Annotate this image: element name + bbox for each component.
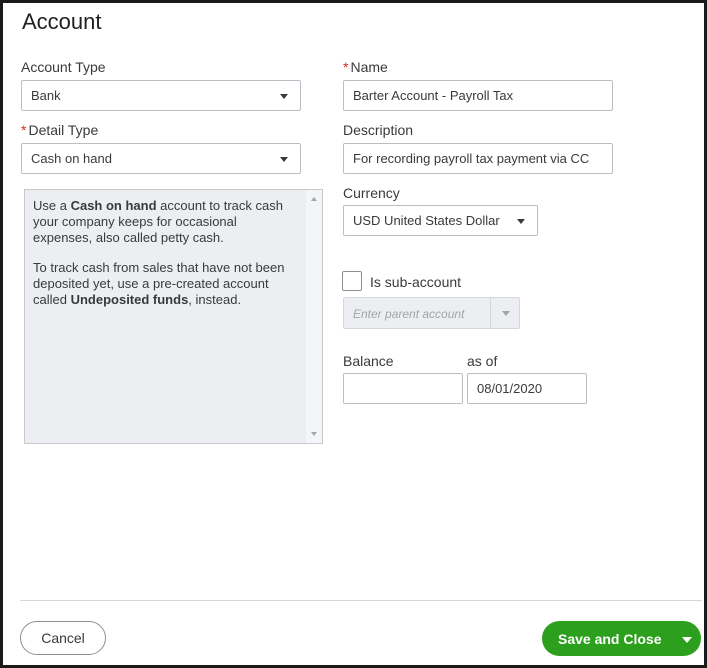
balance-input[interactable] bbox=[343, 373, 463, 404]
parent-account-placeholder: Enter parent account bbox=[353, 307, 465, 321]
detail-type-description-panel[interactable]: Use a Cash on hand account to track cash… bbox=[24, 189, 323, 444]
name-input[interactable]: Barter Account - Payroll Tax bbox=[343, 80, 613, 111]
sub-account-checkbox[interactable] bbox=[342, 271, 362, 291]
account-type-select[interactable]: Bank bbox=[21, 80, 301, 111]
scroll-up-icon[interactable] bbox=[311, 197, 317, 201]
save-and-close-button[interactable]: Save and Close bbox=[542, 621, 701, 656]
description-input[interactable]: For recording payroll tax payment via CC bbox=[343, 143, 613, 174]
as-of-date-input[interactable]: 08/01/2020 bbox=[467, 373, 587, 404]
chevron-down-icon bbox=[502, 311, 510, 316]
chevron-down-icon bbox=[517, 219, 525, 224]
name-label-text: Name bbox=[350, 59, 388, 75]
info-text: Use a Cash on hand account to track cash… bbox=[33, 198, 298, 322]
cancel-button[interactable]: Cancel bbox=[20, 621, 106, 655]
scroll-down-icon[interactable] bbox=[311, 432, 317, 436]
detail-type-label-text: Detail Type bbox=[28, 122, 99, 138]
parent-account-select: Enter parent account bbox=[343, 297, 520, 329]
name-label: * Name bbox=[343, 59, 388, 75]
sub-account-label[interactable]: Is sub-account bbox=[370, 274, 461, 290]
balance-label: Balance bbox=[343, 353, 394, 369]
description-label: Description bbox=[343, 122, 414, 138]
chevron-down-icon bbox=[280, 157, 288, 162]
name-value: Barter Account - Payroll Tax bbox=[353, 88, 514, 103]
chevron-down-icon bbox=[280, 94, 288, 99]
as-of-date-value: 08/01/2020 bbox=[477, 381, 543, 396]
required-marker: * bbox=[21, 122, 27, 138]
account-type-label: Account Type bbox=[21, 59, 106, 75]
required-marker: * bbox=[343, 59, 349, 75]
detail-type-value: Cash on hand bbox=[31, 151, 112, 166]
currency-label: Currency bbox=[343, 185, 400, 201]
as-of-label: as of bbox=[467, 353, 498, 369]
detail-type-label: * Detail Type bbox=[21, 122, 98, 138]
account-dialog: Account Account Type Bank * Detail Type C… bbox=[0, 0, 707, 668]
info-paragraph-1: Use a Cash on hand account to track cash… bbox=[33, 198, 283, 245]
select-divider bbox=[490, 298, 491, 328]
dialog-title: Account bbox=[22, 9, 102, 34]
detail-type-select[interactable]: Cash on hand bbox=[21, 143, 301, 174]
account-type-value: Bank bbox=[31, 88, 61, 103]
footer-divider bbox=[20, 600, 702, 601]
chevron-down-icon[interactable] bbox=[682, 637, 692, 643]
currency-select[interactable]: USD United States Dollar bbox=[343, 205, 538, 236]
save-and-close-label: Save and Close bbox=[558, 631, 662, 647]
info-paragraph-2: To track cash from sales that have not b… bbox=[33, 260, 285, 307]
description-value: For recording payroll tax payment via CC bbox=[353, 151, 590, 166]
info-scrollbar[interactable] bbox=[306, 190, 322, 443]
currency-value: USD United States Dollar bbox=[353, 213, 500, 228]
